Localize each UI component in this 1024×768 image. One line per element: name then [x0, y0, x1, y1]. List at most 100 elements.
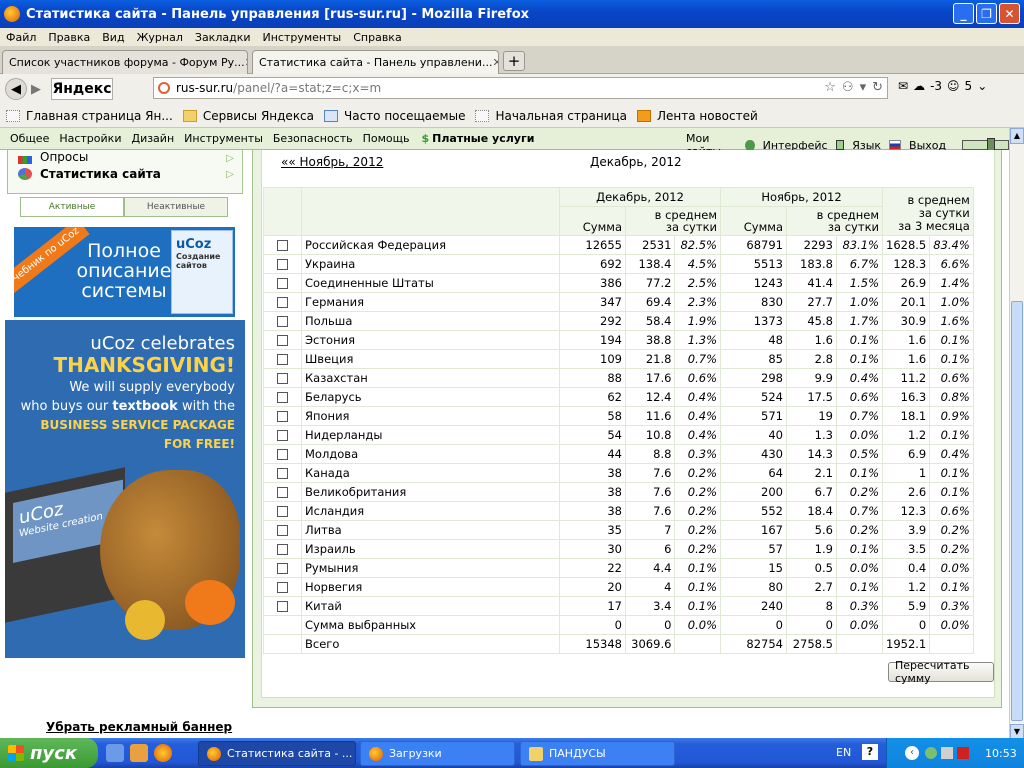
row-checkbox[interactable]	[277, 392, 288, 403]
nov-avg: 5.6	[786, 520, 837, 540]
bookmark-yandex-home[interactable]: Главная страница Ян...	[6, 109, 173, 123]
filter-active-button[interactable]: Активные	[20, 197, 124, 217]
menu-help[interactable]: Справка	[347, 31, 407, 44]
cloud-icon[interactable]: ☁	[913, 79, 925, 93]
row-checkbox[interactable]	[277, 278, 288, 289]
row-checkbox[interactable]	[277, 411, 288, 422]
panel-menu-security[interactable]: Безопасность	[273, 132, 353, 145]
scroll-thumb[interactable]	[1011, 301, 1023, 721]
yandex-button[interactable]: Яндекс	[51, 78, 113, 100]
tray-app-icon[interactable]	[925, 747, 937, 759]
row-checkbox[interactable]	[277, 335, 288, 346]
tab-close-icon[interactable]: ✕	[245, 56, 247, 69]
tab-close-icon[interactable]: ✕	[492, 56, 498, 69]
remove-banner-link[interactable]: Убрать рекламный баннер	[46, 720, 232, 734]
row-checkbox[interactable]	[277, 525, 288, 536]
row-checkbox[interactable]	[277, 506, 288, 517]
paid-services-link[interactable]: Платные услуги	[421, 132, 534, 145]
bookmark-start-page[interactable]: Начальная страница	[475, 109, 627, 123]
mail-icon[interactable]: ✉	[898, 79, 908, 93]
new-tab-button[interactable]: +	[503, 51, 525, 71]
row-checkbox[interactable]	[277, 354, 288, 365]
chart-bars-icon	[18, 156, 32, 164]
maximize-button[interactable]: ❐	[976, 3, 997, 24]
row-checkbox[interactable]	[277, 544, 288, 555]
show-desktop-icon[interactable]	[106, 744, 124, 762]
row-checkbox[interactable]	[277, 430, 288, 441]
panel-menu-general[interactable]: Общее	[10, 132, 49, 145]
taskbar-item-stats[interactable]: Статистика сайта - ...	[198, 741, 356, 766]
banner-offer-line: BUSINESS SERVICE PACKAGE	[40, 418, 235, 432]
close-button[interactable]: ✕	[999, 3, 1020, 24]
row-checkbox[interactable]	[277, 449, 288, 460]
tray-expand-icon[interactable]: ‹	[905, 746, 919, 760]
sidebar-item-site-stats[interactable]: Статистика сайта ▷	[8, 164, 242, 184]
start-button[interactable]: пуск	[0, 738, 98, 768]
row-checkbox[interactable]	[277, 487, 288, 498]
row-checkbox[interactable]	[277, 259, 288, 270]
thanksgiving-banner[interactable]: uCoz celebrates THANKSGIVING! We will su…	[5, 320, 245, 658]
panel-menu-help[interactable]: Помощь	[363, 132, 410, 145]
panel-menu-design[interactable]: Дизайн	[131, 132, 174, 145]
recalculate-sum-button[interactable]: Пересчитать сумму	[888, 659, 994, 685]
media-player-icon[interactable]	[130, 744, 148, 762]
flag-icon[interactable]	[889, 140, 902, 150]
row-checkbox[interactable]	[277, 297, 288, 308]
row-checkbox[interactable]	[277, 582, 288, 593]
menu-bookmarks[interactable]: Закладки	[189, 31, 257, 44]
dec-avg: 21.8	[624, 349, 676, 369]
notification-icon[interactable]: ☺	[947, 79, 960, 93]
nov-sum: 524	[720, 387, 787, 407]
tab-site-stats[interactable]: Статистика сайта - Панель управлени... ✕	[252, 50, 499, 74]
taskbar-item-folder[interactable]: ПАНДУСЫ	[520, 741, 675, 766]
active-filter-toggle: Активные Неактивные	[20, 197, 228, 217]
row-checkbox[interactable]	[277, 373, 288, 384]
menu-arrow-icon[interactable]: ⌄	[977, 79, 987, 93]
row-checkbox[interactable]	[277, 563, 288, 574]
language-indicator[interactable]: EN	[836, 746, 851, 759]
dec-avg: 7	[624, 520, 676, 540]
menu-tools[interactable]: Инструменты	[257, 31, 348, 44]
bookmark-star-icon[interactable]: ☆	[824, 80, 836, 95]
tray-app-icon[interactable]	[941, 747, 953, 759]
menu-file[interactable]: Файл	[0, 31, 42, 44]
nov-pct: 1.0%	[835, 292, 884, 312]
row-checkbox[interactable]	[277, 240, 288, 251]
row-checkbox[interactable]	[277, 316, 288, 327]
vertical-scrollbar[interactable]: ▲ ▼	[1009, 128, 1024, 740]
forward-arrow-icon[interactable]: ▶	[31, 82, 41, 97]
tray-antivirus-icon[interactable]	[957, 747, 969, 759]
panel-menu-settings[interactable]: Настройки	[59, 132, 121, 145]
ucoz-book-banner[interactable]: Учебник по uCoz Полное описание системы …	[14, 227, 235, 317]
firefox-icon[interactable]	[154, 744, 172, 762]
bookmark-label: Главная страница Ян...	[26, 108, 173, 123]
minimize-button[interactable]: _	[953, 3, 974, 24]
dropdown-icon[interactable]: ▾	[860, 80, 867, 95]
help-icon[interactable]: ?	[862, 744, 878, 760]
taskbar-item-downloads[interactable]: Загрузки	[360, 741, 515, 766]
menu-edit[interactable]: Правка	[42, 31, 96, 44]
filter-inactive-button[interactable]: Неактивные	[124, 197, 228, 217]
current-month-label: Декабрь, 2012	[590, 155, 682, 169]
panel-menu-tools[interactable]: Инструменты	[184, 132, 263, 145]
reload-icon[interactable]: ↻	[872, 80, 883, 95]
scroll-up-icon[interactable]: ▲	[1010, 128, 1024, 144]
tab-forum-members[interactable]: Список участников форума - Форум Ру... ✕	[2, 50, 248, 74]
window-titlebar[interactable]: Статистика сайта - Панель управления [ru…	[0, 0, 1024, 28]
row-checkbox[interactable]	[277, 601, 288, 612]
back-arrow-icon[interactable]: ◀	[5, 78, 27, 100]
sidebar-item-polls[interactable]: Опросы ▷	[8, 150, 242, 164]
dec-sum: 386	[559, 273, 626, 293]
width-slider[interactable]	[962, 138, 1009, 154]
prev-month-link[interactable]: «« Ноябрь, 2012	[281, 155, 383, 169]
menu-view[interactable]: Вид	[96, 31, 130, 44]
nov-sum: 5513	[720, 254, 787, 274]
reader-icon[interactable]: ⚇	[842, 80, 854, 95]
url-bar[interactable]: rus-sur.ru/panel/?a=stat;z=c;x=m ☆ ⚇ ▾ ↻	[153, 77, 888, 99]
row-checkbox[interactable]	[277, 468, 288, 479]
interface-color-icon[interactable]	[835, 140, 845, 150]
menu-history[interactable]: Журнал	[131, 31, 189, 44]
bookmark-yandex-services[interactable]: Сервисы Яндекса	[182, 109, 314, 123]
bookmark-news-feed[interactable]: Лента новостей	[637, 109, 758, 123]
bookmark-most-visited[interactable]: Часто посещаемые	[324, 109, 465, 123]
